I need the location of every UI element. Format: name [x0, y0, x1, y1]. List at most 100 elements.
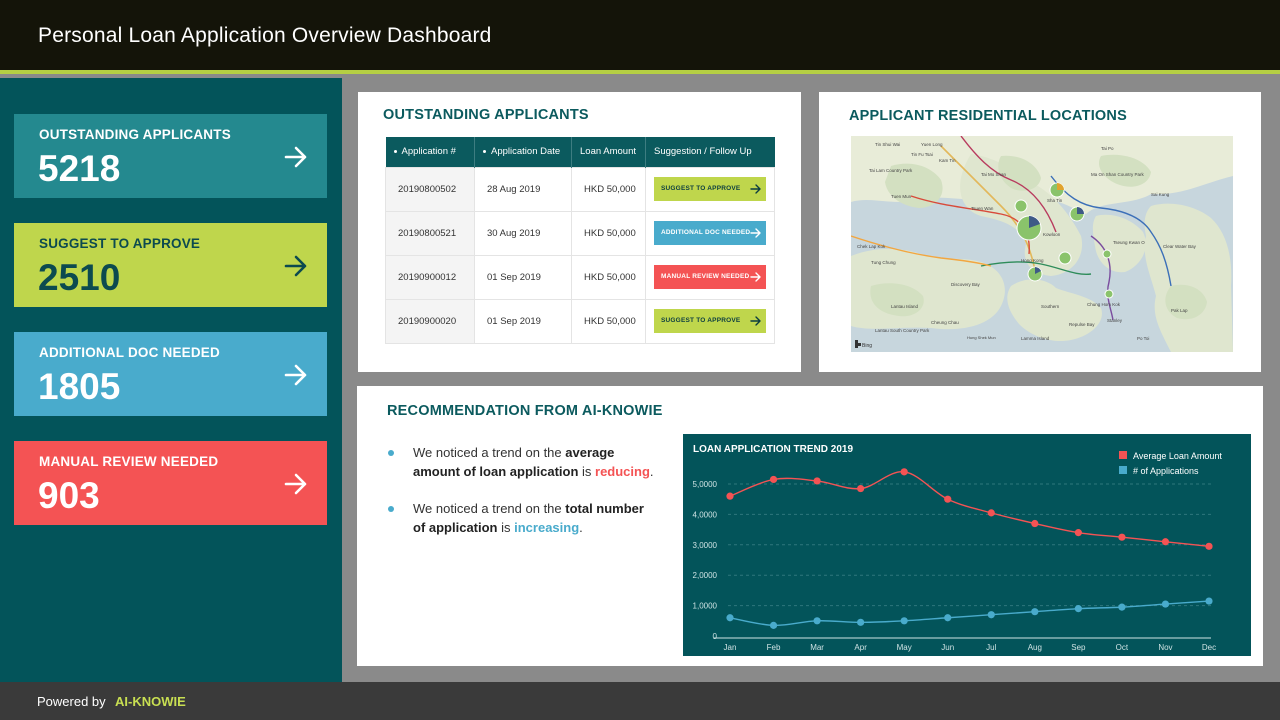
cell-application-number: 20190800521: [385, 210, 475, 256]
data-point: [1074, 529, 1082, 537]
header-bar: Personal Loan Application Overview Dashb…: [0, 0, 1280, 74]
cell-loan-amount: HKD 50,000: [571, 210, 646, 256]
kpi-sidebar: OUTSTANDING APPLICANTS 5218 SUGGEST TO A…: [0, 78, 342, 682]
map-label: Tai Mo Shan: [981, 172, 1007, 177]
map-graphic: Tin Shui Wai Yuen Long Tai Po Tai Lam Co…: [851, 136, 1233, 352]
map-label: Tuen Mun: [891, 194, 912, 199]
cell-application-date: 30 Aug 2019: [474, 210, 572, 256]
arrow-right-icon[interactable]: [283, 144, 309, 170]
applicants-table: Application # Application Date Loan Amou…: [385, 137, 775, 344]
column-header-application-date[interactable]: Application Date: [474, 137, 572, 167]
additional-doc-needed-button[interactable]: ADDITIONAL DOC NEEDED: [654, 221, 766, 245]
x-tick-label: Sep: [1071, 643, 1086, 652]
kpi-label: ADDITIONAL DOC NEEDED: [39, 345, 220, 360]
map-label: Ma On Shan Country Park: [1091, 172, 1145, 177]
data-point: [726, 614, 734, 622]
map-label: Tung Chung: [871, 260, 896, 265]
footer-bar: Powered by AI-KNOWIE: [0, 682, 1280, 720]
residential-locations-panel: APPLICANT RESIDENTIAL LOCATIONS Tin Shui…: [819, 92, 1261, 372]
column-header-loan-amount[interactable]: Loan Amount: [571, 137, 646, 167]
brand-name: AI-KNOWIE: [115, 694, 186, 709]
data-point: [1205, 597, 1213, 605]
suggest-to-approve-button[interactable]: SUGGEST TO APPROVE: [654, 309, 766, 333]
outstanding-applicants-panel: OUTSTANDING APPLICANTS Application # App…: [358, 92, 801, 372]
map-label: Clear Water Bay: [1163, 244, 1197, 249]
map-label: Po Toi: [1137, 336, 1149, 341]
column-header-suggestion[interactable]: Suggestion / Follow Up: [645, 137, 775, 167]
recommendation-item: We noticed a trend on the total number o…: [388, 499, 658, 537]
cell-loan-amount: HKD 50,000: [571, 254, 646, 300]
data-point: [900, 468, 908, 476]
data-point: [769, 621, 778, 629]
x-tick-label: May: [897, 643, 912, 652]
data-point: [1031, 519, 1039, 528]
map-label: Tai Po: [1101, 146, 1114, 151]
chart-title: LOAN APPLICATION TREND 2019: [693, 444, 853, 455]
legend-label-number-of-applications: # of Applications: [1133, 466, 1199, 476]
data-point: [813, 477, 821, 485]
cell-application-date: 01 Sep 2019: [474, 298, 572, 344]
x-tick-label: Nov: [1158, 643, 1172, 652]
page-title: Personal Loan Application Overview Dashb…: [38, 24, 492, 47]
map-label: Sha Tin: [1047, 198, 1063, 203]
data-point: [1118, 533, 1126, 541]
data-point: [813, 617, 821, 625]
x-tick-label: Feb: [767, 643, 781, 652]
table-row: 20190900020 01 Sep 2019 HKD 50,000 SUGGE…: [385, 298, 775, 344]
arrow-right-icon[interactable]: [283, 362, 309, 388]
map-label: Southern: [1041, 304, 1060, 309]
x-tick-label: Jan: [724, 643, 737, 652]
x-tick-label: Jul: [986, 643, 996, 652]
recommendation-text: We noticed a trend on the average amount…: [413, 445, 654, 479]
legend-swatch-average-loan-amount: [1119, 451, 1127, 459]
cell-suggestion: SUGGEST TO APPROVE: [645, 298, 775, 344]
y-tick-label: 2,0000: [693, 571, 718, 580]
arrow-right-icon[interactable]: [283, 471, 309, 497]
legend-label-average-loan-amount: Average Loan Amount: [1133, 451, 1222, 461]
map-label: Lantau Island: [891, 304, 919, 309]
map-label: Tin Fu Tsai: [911, 152, 933, 157]
cell-application-number: 20190900012: [385, 254, 475, 300]
table-row: 20190800521 30 Aug 2019 HKD 50,000 ADDIT…: [385, 210, 775, 256]
map-label: Cheung Chau: [931, 320, 959, 325]
data-point: [1161, 538, 1170, 546]
map-label: Pak Lap: [1171, 308, 1188, 313]
series-line-0: [729, 471, 1210, 548]
table-row: 20190900012 01 Sep 2019 HKD 50,000 MANUA…: [385, 254, 775, 300]
map-label: Tseung Kwan O: [1113, 240, 1145, 245]
cell-application-number: 20190900020: [385, 298, 475, 344]
manual-review-needed-button[interactable]: MANUAL REVIEW NEEDED: [654, 265, 766, 289]
data-point: [987, 509, 995, 517]
recommendation-item: We noticed a trend on the average amount…: [388, 443, 658, 481]
bullet-icon: [388, 450, 394, 456]
kpi-value: 2510: [38, 257, 121, 298]
arrow-right-icon: [750, 316, 761, 326]
map-label: Lantau South Country Park: [875, 328, 930, 333]
x-tick-label: Aug: [1028, 643, 1042, 652]
y-tick-label: 3,0000: [693, 541, 718, 550]
map-attribution: Bing: [862, 343, 872, 349]
data-point: [857, 618, 865, 626]
map-label: Kam Tin: [939, 158, 956, 163]
map-label: Stanley: [1107, 318, 1123, 323]
recommendation-text: We noticed a trend on the total number o…: [413, 501, 644, 535]
kpi-outstanding-applicants[interactable]: OUTSTANDING APPLICANTS 5218: [14, 114, 327, 198]
residential-map[interactable]: Tin Shui Wai Yuen Long Tai Po Tai Lam Co…: [851, 136, 1233, 352]
kpi-suggest-to-approve[interactable]: SUGGEST TO APPROVE 2510: [14, 223, 327, 307]
arrow-right-icon[interactable]: [283, 253, 309, 279]
arrow-right-icon: [750, 272, 761, 282]
kpi-additional-doc-needed[interactable]: ADDITIONAL DOC NEEDED 1805: [14, 332, 327, 416]
kpi-manual-review-needed[interactable]: MANUAL REVIEW NEEDED 903: [14, 441, 327, 525]
map-label: Hung Shek Mun: [967, 335, 996, 340]
suggest-to-approve-button[interactable]: SUGGEST TO APPROVE: [654, 177, 766, 201]
powered-by-label: Powered by: [37, 694, 106, 709]
map-label: Tsuen Wan: [971, 206, 994, 211]
column-header-application-number[interactable]: Application #: [385, 137, 475, 167]
x-tick-label: Oct: [1116, 643, 1129, 652]
chart-svg: LOAN APPLICATION TREND 2019 Average Loan…: [693, 444, 1223, 652]
x-tick-label: Jun: [941, 643, 954, 652]
table-row: 20190800502 28 Aug 2019 HKD 50,000 SUGGE…: [385, 166, 775, 212]
table-header-row: Application # Application Date Loan Amou…: [385, 137, 775, 167]
sort-icon: [393, 150, 397, 154]
map-label: Kowloon: [1043, 232, 1061, 237]
